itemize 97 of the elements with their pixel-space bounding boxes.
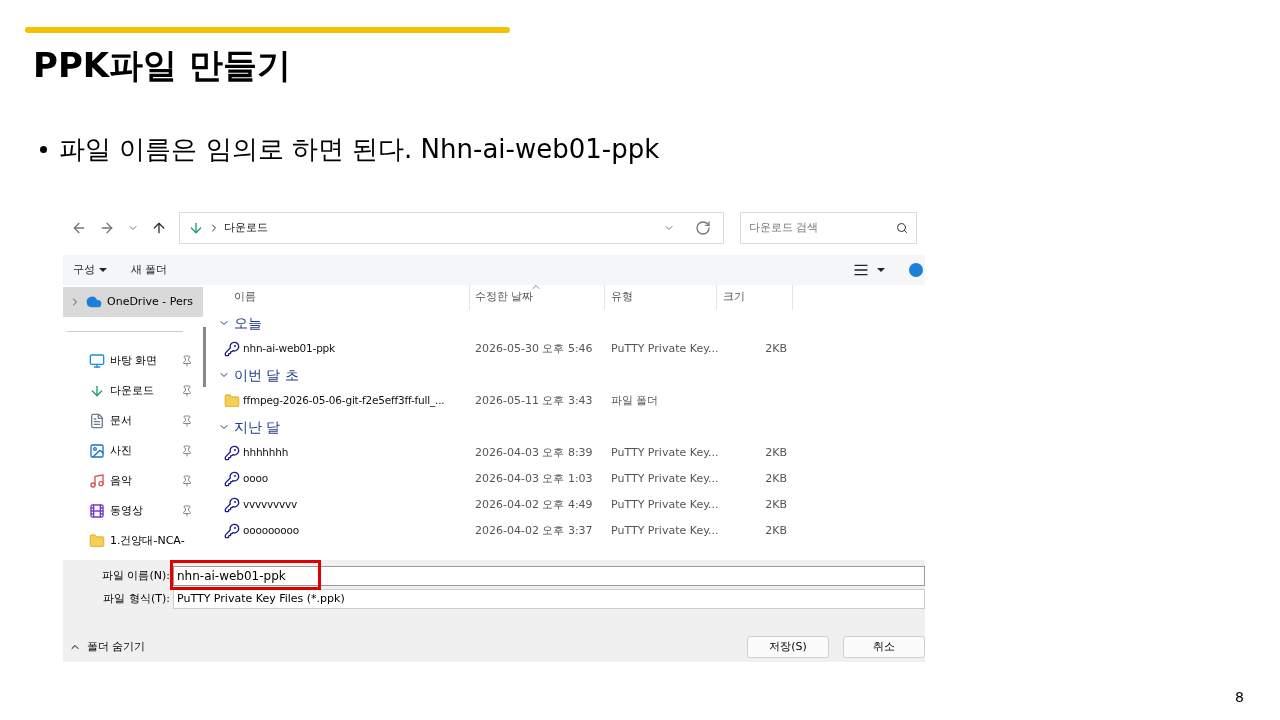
key-icon	[224, 523, 240, 539]
image-icon	[89, 443, 105, 459]
file-name[interactable]: ooooooooo	[243, 523, 300, 539]
sidebar-item[interactable]: 사진	[63, 436, 203, 466]
group-heading[interactable]: 오늘	[234, 312, 262, 334]
sidebar-item[interactable]: 다운로드	[63, 376, 203, 406]
file-type-dropdown[interactable]: PuTTY Private Key Files (*.ppk)	[173, 589, 925, 609]
help-icon[interactable]	[909, 263, 923, 277]
column-label: 유형	[611, 289, 633, 306]
sidebar-label: 사진	[110, 442, 132, 459]
pin-icon[interactable]	[181, 415, 193, 427]
hide-folders-button[interactable]: 폴더 숨기기	[69, 638, 146, 656]
field-label: 파일 형식(T):	[102, 590, 171, 607]
slide-title: PPK파일 만들기	[33, 44, 292, 87]
music-icon	[89, 473, 105, 489]
type-cell: PuTTY Private Key...	[611, 523, 719, 537]
date-cell: 2026-05-11 오후 3:43	[475, 393, 593, 407]
pin-icon[interactable]	[181, 355, 193, 367]
dialog-button[interactable]: 취소	[843, 636, 925, 658]
file-name[interactable]: nhn-ai-web01-ppk	[243, 341, 335, 357]
download-icon	[188, 220, 204, 236]
type-cell: 파일 폴더	[611, 393, 659, 407]
sidebar-label: 다운로드	[110, 382, 154, 399]
key-icon	[224, 497, 240, 513]
key-icon	[224, 341, 240, 357]
pin-icon[interactable]	[181, 445, 193, 457]
date-cell: 2026-05-30 오후 5:46	[475, 341, 593, 355]
column-label: 수정한 날짜	[475, 289, 534, 306]
date-cell: 2026-04-03 오후 1:03	[475, 471, 593, 485]
group-heading[interactable]: 이번 달 초	[234, 364, 299, 386]
sidebar-item[interactable]: 바탕 화면	[63, 346, 203, 376]
key-icon	[224, 471, 240, 487]
address-bar[interactable]: 다운로드	[179, 212, 724, 244]
column-header[interactable]: 유형	[605, 285, 717, 310]
folder-icon	[224, 393, 240, 409]
sidebar-label: 문서	[110, 412, 132, 429]
size-cell: 2KB	[765, 471, 787, 485]
date-cell: 2026-04-03 오후 8:39	[475, 445, 593, 459]
caret-icon[interactable]	[877, 268, 885, 272]
monitor-icon	[89, 353, 105, 369]
pin-icon[interactable]	[181, 475, 193, 487]
size-cell: 2KB	[765, 341, 787, 355]
sidebar-item[interactable]: OneDrive - Pers	[63, 287, 203, 317]
forward-icon[interactable]	[99, 220, 115, 236]
type-cell: PuTTY Private Key...	[611, 341, 719, 355]
sidebar-label: 음악	[110, 472, 132, 489]
type-cell: PuTTY Private Key...	[611, 445, 719, 459]
sidebar-item[interactable]: 음악	[63, 466, 203, 496]
dialog-button[interactable]: 저장(S)	[747, 636, 829, 658]
type-cell: PuTTY Private Key...	[611, 471, 719, 485]
pin-icon[interactable]	[181, 385, 193, 397]
file-name-field[interactable]: nhn-ai-web01-ppk	[173, 566, 925, 586]
folder-icon	[89, 533, 105, 549]
column-header[interactable]: 크기	[717, 285, 793, 310]
scrollbar-thumb[interactable]	[203, 327, 206, 387]
group-heading[interactable]: 지난 달	[234, 416, 281, 438]
column-header[interactable]: 수정한 날짜	[470, 285, 605, 310]
view-icon[interactable]	[853, 262, 869, 278]
file-name[interactable]: oooo	[243, 471, 268, 487]
type-cell: PuTTY Private Key...	[611, 497, 719, 511]
caret-icon	[99, 268, 107, 272]
sidebar-item[interactable]: 문서	[63, 406, 203, 436]
key-icon	[224, 445, 240, 461]
size-cell: 2KB	[765, 445, 787, 459]
sidebar-item[interactable]: 1.건양대-NCA-	[63, 526, 203, 556]
search-input[interactable]: 다운로드 검색	[749, 219, 896, 237]
document-icon	[89, 413, 105, 429]
page-number: 8	[1235, 688, 1244, 707]
date-cell: 2026-04-02 오후 4:49	[475, 497, 593, 511]
column-header[interactable]: 이름	[210, 285, 470, 310]
column-label: 이름	[234, 289, 256, 306]
file-name[interactable]: hhhhhhh	[243, 445, 289, 461]
cloud-icon	[86, 294, 102, 310]
sidebar-label: 바탕 화면	[110, 352, 158, 369]
sidebar-item[interactable]: 동영상	[63, 496, 203, 526]
refresh-icon[interactable]	[695, 220, 711, 236]
file-name[interactable]: vvvvvvvvv	[243, 497, 298, 513]
sidebar-label: OneDrive - Pers	[107, 293, 193, 310]
column-label: 크기	[723, 289, 745, 306]
download-icon	[89, 383, 105, 399]
new-folder-button[interactable]: 새 폴더	[131, 261, 168, 279]
organize-button[interactable]: 구성	[73, 261, 107, 279]
size-cell: 2KB	[765, 497, 787, 511]
file-name[interactable]: ffmpeg-2026-05-06-git-f2e5eff3ff-full_...	[243, 393, 445, 409]
pin-icon[interactable]	[181, 505, 193, 517]
sidebar-label: 동영상	[110, 502, 143, 519]
search-icon[interactable]	[896, 222, 908, 234]
date-cell: 2026-04-02 오후 3:37	[475, 523, 593, 537]
bullet-text: 파일 이름은 임의로 하면 된다. Nhn-ai-web01-ppk	[59, 133, 660, 166]
size-cell: 2KB	[765, 523, 787, 537]
sidebar-label: 1.건양대-NCA-	[110, 532, 185, 549]
up-icon[interactable]	[151, 220, 167, 236]
search-field[interactable]: 다운로드 검색	[740, 212, 917, 244]
path-text: 다운로드	[224, 219, 268, 236]
back-icon[interactable]	[71, 220, 87, 236]
film-icon	[89, 503, 105, 519]
field-label: 파일 이름(N):	[101, 567, 171, 584]
